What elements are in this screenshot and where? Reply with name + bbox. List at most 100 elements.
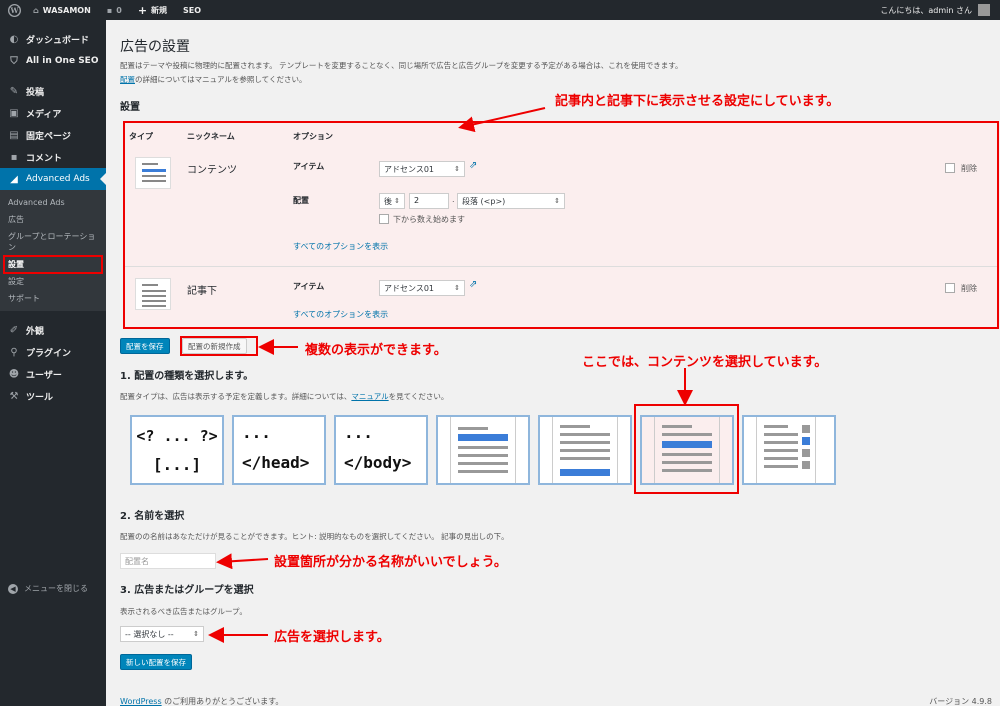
type-code-line1: ... <box>242 423 271 442</box>
updown-icon: ⇕ <box>394 197 400 205</box>
separator-dot: . <box>452 195 455 204</box>
page-description: 配置はテーマや投稿に物理的に配置されます。 テンプレートを変更することなく、同じ… <box>120 61 683 70</box>
sidebar-item-label: 固定ページ <box>26 131 71 142</box>
position-value: 後 <box>384 196 392 206</box>
show-all-options-link[interactable]: すべてのオプションを表示 <box>293 241 388 252</box>
column-type: タイプ <box>129 132 153 141</box>
submenu-groups[interactable]: グループとローテーション <box>0 228 106 256</box>
submenu-placements[interactable]: 設置 <box>3 255 103 274</box>
submenu-ads[interactable]: 広告 <box>0 211 106 228</box>
comment-count: 0 <box>116 5 122 15</box>
column-options: オプション <box>293 132 333 141</box>
save-new-placement-button[interactable]: 新しい配置を保存 <box>120 654 192 670</box>
submenu-support[interactable]: サポート <box>0 290 106 307</box>
placement-type-footer[interactable]: ... </body> <box>334 415 428 485</box>
placement-type-manual[interactable]: <? ... ?> [...] <box>130 415 224 485</box>
sidebar-item-label: Advanced Ads <box>26 174 90 184</box>
seo-link[interactable]: SEO <box>179 6 201 15</box>
sidebar-item-pages[interactable]: ▤ 固定ページ <box>0 124 106 146</box>
ad-group-select[interactable]: -- 選択なし -- ⇕ <box>120 626 204 642</box>
manual-link[interactable]: マニュアル <box>351 392 388 401</box>
item-select[interactable]: アドセンス01 ⇕ <box>379 280 465 296</box>
sidebar-item-label: 外観 <box>26 326 45 337</box>
brush-icon: ✐ <box>9 324 19 336</box>
step3-description: 表示されるべき広告またはグループ。 <box>120 607 247 616</box>
sidebar-item-label: ツール <box>26 392 54 403</box>
sidebar-item-label: メディア <box>26 109 62 120</box>
shield-icon: ⛉ <box>10 55 18 67</box>
external-link-icon[interactable]: ⇗ <box>469 279 477 290</box>
placement-type-after-content[interactable] <box>538 415 632 485</box>
sidebar-item-posts[interactable]: ✎ 投稿 <box>0 80 106 102</box>
index-input[interactable]: 2 <box>409 193 449 209</box>
collapse-menu-button[interactable]: ◀ メニューを閉じる <box>8 583 88 594</box>
sidebar-item-label: ダッシュボード <box>26 35 90 46</box>
sidebar-item-plugins[interactable]: ⚲ プラグイン <box>0 341 106 363</box>
comments-link[interactable]: ▪ 0 <box>103 6 122 15</box>
pin-icon: ✎ <box>9 85 19 97</box>
footer-version: バージョン 4.9.8 <box>929 697 992 706</box>
sidebar-item-tools[interactable]: ⚒ ツール <box>0 385 106 407</box>
annotation-select-ad: 広告を選択します。 <box>274 630 390 645</box>
row-divider <box>125 266 997 267</box>
updown-icon: ⇕ <box>554 197 560 205</box>
page-title: 広告の設置 <box>120 39 190 55</box>
step1-title: 1. 配置の種類を選択します。 <box>120 371 254 382</box>
placement-nickname: 記事下 <box>187 286 217 297</box>
site-name-link[interactable]: ⌂ WASAMON <box>29 6 91 15</box>
annotation-content-selected: ここでは、コンテンツを選択しています。 <box>582 355 828 370</box>
position-select[interactable]: 後 ⇕ <box>379 193 405 209</box>
wordpress-logo-icon[interactable]: W <box>8 3 21 17</box>
placement-type-sidebar[interactable] <box>742 415 836 485</box>
sidebar-item-dashboard[interactable]: ◐ ダッシュボード <box>0 28 106 50</box>
delete-checkbox[interactable] <box>945 283 955 293</box>
site-name: WASAMON <box>42 5 91 15</box>
collapse-label: メニューを閉じる <box>24 584 88 593</box>
item-select-value: アドセンス01 <box>384 164 435 174</box>
element-value: 段落 (<p>) <box>462 196 506 206</box>
placement-type-before-content[interactable] <box>436 415 530 485</box>
annotation-box-new <box>180 336 258 356</box>
placement-manual-link[interactable]: 配置 <box>120 75 135 84</box>
new-label: 新規 <box>151 5 168 15</box>
element-select[interactable]: 段落 (<p>) ⇕ <box>457 193 565 209</box>
type-code-line1: <? ... ?> <box>136 427 218 445</box>
my-account[interactable]: こんにちは、admin さん <box>880 0 990 20</box>
show-all-options-link[interactable]: すべてのオプションを表示 <box>293 309 388 320</box>
external-link-icon[interactable]: ⇗ <box>469 160 477 171</box>
submenu-advanced-ads[interactable]: Advanced Ads <box>0 194 106 211</box>
count-from-bottom-label: 下から数え始めます <box>393 215 465 224</box>
placement-type-header[interactable]: ... </head> <box>232 415 326 485</box>
count-from-bottom-checkbox[interactable] <box>379 214 389 224</box>
dashboard-icon: ◐ <box>9 33 19 45</box>
submenu-settings[interactable]: 設定 <box>0 273 106 290</box>
admin-sidebar: ◐ ダッシュボード ⛉ All in One SEO ✎ 投稿 ▣ メディア ▤ 固定ペー… <box>0 20 106 706</box>
advanced-ads-submenu: Advanced Ads 広告 グループとローテーション 設置 設定 サポート <box>0 190 106 311</box>
plugin-icon: ⚲ <box>10 346 18 358</box>
sidebar-item-advanced-ads[interactable]: ◢ Advanced Ads <box>0 168 106 190</box>
step2-title: 2. 名前を選択 <box>120 511 185 522</box>
sidebar-item-users[interactable]: ☻ ユーザー <box>0 363 106 385</box>
new-content-link[interactable]: + 新規 <box>134 4 167 17</box>
item-select[interactable]: アドセンス01 ⇕ <box>379 161 465 177</box>
sidebar-item-comments[interactable]: ▪ コメント <box>0 146 106 168</box>
sidebar-item-all-in-one-seo[interactable]: ⛉ All in One SEO <box>0 50 106 72</box>
chart-icon: ◢ <box>10 173 18 185</box>
step2-description: 配置のの名前はあなただけが見ることができます。ヒント: 説明的なものを選択してく… <box>120 532 509 541</box>
sidebar-item-appearance[interactable]: ✐ 外観 <box>0 319 106 341</box>
sidebar-item-label: All in One SEO <box>26 56 99 66</box>
placement-name-input[interactable]: 配置名 <box>120 553 216 569</box>
media-icon: ▣ <box>9 107 19 119</box>
wordpress-link[interactable]: WordPress <box>120 697 162 706</box>
save-placements-button[interactable]: 配置を保存 <box>120 338 170 354</box>
type-code-line2: [...] <box>152 455 202 474</box>
home-icon: ⌂ <box>33 5 39 15</box>
sidebar-item-label: 投稿 <box>26 87 45 98</box>
comment-icon: ▪ <box>10 151 18 163</box>
item-select-value: アドセンス01 <box>384 283 435 293</box>
admin-bar: W ⌂ WASAMON ▪ 0 + 新規 SEO こんにちは、admin さん <box>0 0 1000 20</box>
type-code-line1: ... <box>344 423 373 442</box>
delete-checkbox[interactable] <box>945 163 955 173</box>
sidebar-item-media[interactable]: ▣ メディア <box>0 102 106 124</box>
type-code-line2: </head> <box>242 453 310 472</box>
